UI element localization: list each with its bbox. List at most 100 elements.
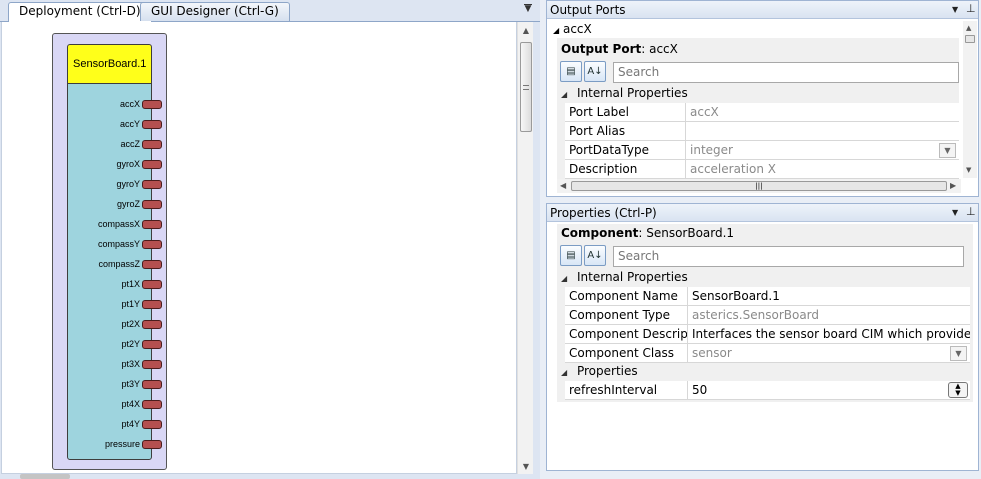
collapse-icon: ◢	[561, 90, 568, 99]
output-port-pin[interactable]	[142, 380, 162, 389]
canvas-horizontal-scrollbar[interactable]	[20, 474, 70, 479]
categorized-sort-icon[interactable]: ▤	[560, 61, 582, 82]
alphabetical-sort-icon[interactable]: A↓	[584, 245, 606, 266]
output-port-pin[interactable]	[142, 440, 162, 449]
output-port-pin[interactable]	[142, 120, 162, 129]
output-port-pin[interactable]	[142, 360, 162, 369]
property-value-text: sensor	[692, 346, 732, 360]
dropdown-arrow-icon[interactable]: ▼	[939, 143, 956, 158]
property-value[interactable]: SensorBoard.1	[688, 287, 970, 306]
selected-port-label: accX	[562, 22, 592, 36]
output-port-pin[interactable]	[142, 260, 162, 269]
output-ports-vertical-scrollbar[interactable]: ▲ ▼	[963, 21, 977, 178]
property-name[interactable]: Component Type	[565, 306, 688, 325]
header-type-label: Component	[561, 226, 639, 240]
output-port-pin[interactable]	[142, 340, 162, 349]
scroll-up-arrow-icon[interactable]: ▲	[521, 26, 531, 36]
property-value[interactable]: acceleration X	[686, 160, 959, 179]
dropdown-arrow-icon[interactable]: ▼	[950, 346, 967, 361]
port-label: pt1Y	[121, 299, 140, 309]
property-value[interactable]: Interfaces the sensor board CIM which pr…	[688, 325, 970, 344]
scrollbar-thumb[interactable]	[520, 42, 532, 132]
category-internal-properties[interactable]: ◢ Internal Properties	[561, 270, 688, 284]
output-port-pin[interactable]	[142, 320, 162, 329]
port-label: pt3Y	[121, 379, 140, 389]
output-port-pin[interactable]	[142, 180, 162, 189]
port-label: accY	[119, 119, 140, 129]
alphabetical-sort-icon[interactable]: A↓	[584, 61, 606, 82]
output-port-pin[interactable]	[142, 160, 162, 169]
panel-menu-icon[interactable]: ▼	[952, 5, 958, 14]
collapse-icon: ◢	[561, 368, 568, 377]
category-internal-properties[interactable]: ◢ Internal Properties	[561, 86, 688, 100]
scroll-down-arrow-icon[interactable]: ▼	[966, 166, 971, 174]
output-port-pin[interactable]	[142, 240, 162, 249]
header-type-label: Output Port	[561, 42, 642, 56]
header-object-name: SensorBoard.1	[646, 226, 735, 240]
output-ports-title: Output Ports	[550, 3, 626, 17]
property-grid-header: Output Port: accX	[561, 42, 678, 56]
row-margin	[557, 344, 565, 363]
output-port-pin[interactable]	[142, 300, 162, 309]
scroll-left-arrow-icon[interactable]: ◀	[560, 181, 566, 190]
property-name[interactable]: Component Descriptio	[565, 325, 688, 344]
property-name[interactable]: Port Label	[565, 103, 686, 122]
output-port-pin[interactable]	[142, 220, 162, 229]
property-value[interactable]: asterics.SensorBoard	[688, 306, 970, 325]
port-label: gyroZ	[116, 199, 140, 209]
output-port-pin[interactable]	[142, 140, 162, 149]
scroll-up-arrow-icon[interactable]: ▲	[966, 24, 971, 32]
pin-icon[interactable]: ⊥	[966, 2, 976, 15]
scrollbar-thumb[interactable]: |||	[571, 181, 947, 191]
property-name[interactable]: Port Alias	[565, 122, 686, 141]
output-port-pin[interactable]	[142, 200, 162, 209]
property-value[interactable]	[686, 122, 959, 141]
property-name[interactable]: Description	[565, 160, 686, 179]
port-label: pressure	[104, 439, 140, 449]
property-grid-empty-area	[557, 402, 973, 468]
row-margin	[557, 160, 565, 179]
port-label: compassY	[97, 239, 140, 249]
output-port-pin[interactable]	[142, 400, 162, 409]
scroll-right-arrow-icon[interactable]: ▶	[950, 181, 956, 190]
dropdown-arrow-icon[interactable]: ▼	[522, 4, 534, 16]
port-label: compassX	[97, 219, 140, 229]
output-port-search-input[interactable]: Search	[613, 62, 959, 83]
output-port-pin[interactable]	[142, 100, 162, 109]
categorized-sort-icon[interactable]: ▤	[560, 245, 582, 266]
property-value-text: accX	[690, 105, 719, 119]
output-ports-horizontal-scrollbar[interactable]: ◀ ||| ▶	[557, 179, 961, 193]
scroll-down-arrow-icon[interactable]: ▼	[521, 462, 531, 472]
property-name[interactable]: refreshInterval	[565, 381, 688, 400]
component-header[interactable]: SensorBoard.1	[67, 44, 152, 84]
tab-deployment[interactable]: Deployment (Ctrl-D)	[8, 2, 152, 23]
port-label: accZ	[120, 139, 140, 149]
port-label: gyroY	[116, 179, 140, 189]
property-name[interactable]: Component Name	[565, 287, 688, 306]
canvas-vertical-scrollbar[interactable]: ▲ ▼	[517, 22, 533, 474]
component-property-grid: Component: SensorBoard.1 ▤ A↓ Search ◢ I…	[557, 224, 973, 468]
output-port-pin[interactable]	[142, 280, 162, 289]
property-value-text: asterics.SensorBoard	[692, 308, 820, 322]
category-properties[interactable]: ◢ Properties	[561, 364, 638, 378]
output-ports-panel: Output Ports ▼ ⊥ ◢ accX Output Port: acc…	[546, 0, 979, 197]
row-margin	[557, 122, 565, 141]
property-value[interactable]: sensor	[688, 344, 970, 363]
property-name[interactable]: Component Class	[565, 344, 688, 363]
property-value[interactable]: integer	[686, 141, 959, 160]
properties-search-input[interactable]: Search	[613, 246, 964, 267]
scrollbar-thumb[interactable]	[965, 35, 975, 43]
property-name[interactable]: PortDataType	[565, 141, 686, 160]
port-label: pt4X	[121, 399, 140, 409]
output-port-pin[interactable]	[142, 420, 162, 429]
selected-port-item[interactable]: ◢ accX	[553, 22, 592, 36]
grip-icon	[523, 85, 529, 90]
pin-icon[interactable]: ⊥	[966, 205, 976, 218]
property-value[interactable]: 50	[688, 381, 970, 400]
spinner-icon[interactable]: ▲ ▼	[948, 382, 968, 398]
property-value[interactable]: accX	[686, 103, 959, 122]
row-margin	[557, 306, 565, 325]
property-value-text: SensorBoard.1	[692, 289, 780, 303]
panel-menu-icon[interactable]: ▼	[952, 208, 958, 217]
tab-gui-designer[interactable]: GUI Designer (Ctrl-G)	[140, 2, 290, 21]
